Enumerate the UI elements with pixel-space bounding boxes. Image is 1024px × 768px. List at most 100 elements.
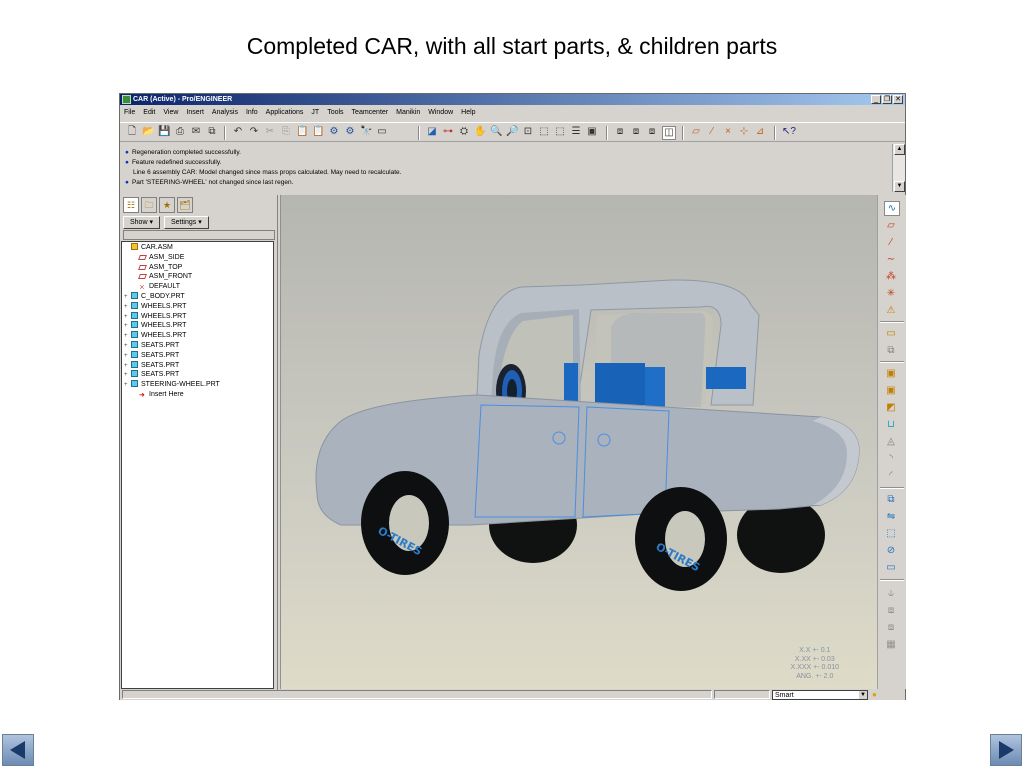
shading-icon[interactable]: ◫	[662, 126, 676, 140]
print-icon[interactable]: ⎙	[174, 126, 186, 138]
seat[interactable]	[645, 367, 665, 407]
message-scrollbar[interactable]: ▲ ▼	[892, 144, 905, 192]
round-icon[interactable]: ◝	[884, 452, 898, 465]
menu-jt[interactable]: JT	[307, 106, 323, 120]
menu-view[interactable]: View	[159, 106, 182, 120]
merge-icon[interactable]: ⫝	[884, 587, 898, 600]
tree-node[interactable]: + WHEELS.PRT	[122, 301, 273, 312]
datum-point-icon[interactable]: ⁂	[884, 270, 898, 283]
tree-node[interactable]: + STEERING-WHEEL.PRT	[122, 380, 273, 390]
thicken-icon[interactable]: ⧈	[884, 621, 898, 634]
chamfer-icon[interactable]: ◜	[884, 469, 898, 482]
zoom-in-icon[interactable]: 🔍	[490, 126, 502, 138]
tree-node[interactable]: + SEATS.PRT	[122, 360, 273, 371]
copy-feature-icon[interactable]: ⧉	[884, 493, 898, 506]
menu-insert[interactable]: Insert	[182, 106, 208, 120]
menu-info[interactable]: Info	[242, 106, 262, 120]
tree-node[interactable]: CAR.ASM	[122, 243, 273, 253]
extrude-icon[interactable]: ▣	[884, 367, 898, 380]
mirror-icon[interactable]: ⇋	[884, 510, 898, 523]
settings-menu-button[interactable]: Settings ▾	[163, 216, 209, 229]
pattern-icon[interactable]: ⬚	[884, 527, 898, 540]
redo-icon[interactable]: ↷	[248, 126, 260, 138]
model-tree[interactable]: CAR.ASM ASM_SIDE ASM_TOP ASM_FRONT ⨯ DEFAULT +…	[121, 241, 274, 689]
layers-icon[interactable]: ☰	[570, 126, 582, 138]
seat[interactable]	[706, 367, 746, 389]
repaint-icon[interactable]: ◪	[426, 126, 438, 138]
tree-node[interactable]: ASM_SIDE	[122, 253, 273, 263]
datum-planes-icon[interactable]: ▱	[690, 126, 702, 138]
datum-axes-icon[interactable]: ⁄	[706, 126, 718, 138]
hidden-line-icon[interactable]: ⧈	[630, 126, 642, 138]
tree-node[interactable]: + SEATS.PRT	[122, 370, 273, 380]
datum-curve-icon[interactable]: ∼	[884, 253, 898, 266]
create-component-icon[interactable]: ⧉	[884, 344, 898, 357]
hole-icon[interactable]: ⊔	[884, 418, 898, 431]
menu-edit[interactable]: Edit	[139, 106, 159, 120]
tree-node[interactable]: ASM_FRONT	[122, 272, 273, 282]
shell-icon[interactable]: ◬	[884, 435, 898, 448]
revolve-icon[interactable]: ▣	[884, 384, 898, 397]
sweep-icon[interactable]: ◩	[884, 401, 898, 414]
send-mail-icon[interactable]: ✉	[190, 126, 202, 138]
minimize-icon[interactable]: _	[871, 95, 881, 104]
menu-tools[interactable]: Tools	[323, 106, 347, 120]
datum-points-icon[interactable]: ×	[722, 126, 734, 138]
pan-icon[interactable]: ✋	[474, 126, 486, 138]
refit-icon[interactable]: ⊡	[522, 126, 534, 138]
view-manager-icon[interactable]: ▣	[586, 126, 598, 138]
annotations-icon[interactable]: ⊿	[754, 126, 766, 138]
seat[interactable]	[595, 363, 645, 405]
paste-icon[interactable]: 📋	[296, 126, 308, 138]
selection-filter-icon[interactable]: ▭	[376, 126, 388, 138]
menu-help[interactable]: Help	[457, 106, 479, 120]
history-tab-icon[interactable]: 🗂	[177, 197, 193, 213]
folder-browser-tab-icon[interactable]: 🗀	[141, 197, 157, 213]
tree-filter-field[interactable]	[123, 230, 275, 240]
sketch-curve-icon[interactable]: ∿	[884, 201, 900, 216]
offset-icon[interactable]: ⧈	[884, 604, 898, 617]
restore-icon[interactable]: ❐	[882, 95, 892, 104]
copy-icon[interactable]: ⎘	[280, 126, 292, 138]
tree-node[interactable]: + SEATS.PRT	[122, 350, 273, 361]
regenerate-icon[interactable]: ⚙	[328, 126, 340, 138]
graphics-window[interactable]: O-TIRES O-TIRES X.X +- 0.1 X.XX +- 0.03 …	[280, 195, 877, 689]
menu-applications[interactable]: Applications	[262, 106, 308, 120]
context-help-icon[interactable]: ↖?	[782, 126, 796, 138]
open-folder-icon[interactable]: 📂	[142, 126, 154, 138]
new-file-icon[interactable]: 🗋	[126, 126, 138, 138]
next-slide-button[interactable]	[990, 734, 1022, 766]
menu-manikin[interactable]: Manikin	[392, 106, 424, 120]
paste-special-icon[interactable]: 📋	[312, 126, 324, 138]
no-hidden-icon[interactable]: ⧈	[646, 126, 658, 138]
tree-node[interactable]: ⨯ DEFAULT	[122, 282, 273, 292]
menu-window[interactable]: Window	[424, 106, 457, 120]
trim-icon[interactable]: ⊘	[884, 544, 898, 557]
save-icon[interactable]: 💾	[158, 126, 170, 138]
datum-axis-icon[interactable]: ⁄	[884, 236, 898, 249]
coord-sys-icon[interactable]: ⊹	[738, 126, 750, 138]
selection-filter-dropdown[interactable]: Smart ▼	[772, 690, 868, 700]
find-icon[interactable]: 🔭	[360, 126, 372, 138]
model-tree-tab-icon[interactable]: ☷	[123, 197, 139, 213]
tree-node[interactable]: ASM_TOP	[122, 263, 273, 273]
seat[interactable]	[564, 363, 578, 403]
scroll-down-icon[interactable]: ▼	[894, 181, 905, 192]
car-model-3d[interactable]: O-TIRES O-TIRES	[281, 195, 877, 689]
tree-node[interactable]: ➜ Insert Here	[122, 390, 273, 400]
menu-analysis[interactable]: Analysis	[208, 106, 242, 120]
zoom-out-icon[interactable]: 🔎	[506, 126, 518, 138]
close-icon[interactable]: ✕	[893, 95, 903, 104]
menu-teamcenter[interactable]: Teamcenter	[348, 106, 393, 120]
undo-icon[interactable]: ↶	[232, 126, 244, 138]
copy-image-icon[interactable]: ⧉	[206, 126, 218, 138]
extend-icon[interactable]: ▭	[884, 561, 898, 574]
reorient-icon[interactable]: ⬚	[538, 126, 550, 138]
cut-icon[interactable]: ✂	[264, 126, 276, 138]
coordinate-system-icon[interactable]: ✳	[884, 287, 898, 300]
chevron-down-icon[interactable]: ▼	[859, 691, 867, 699]
tree-node[interactable]: + WHEELS.PRT	[122, 331, 273, 341]
tree-node[interactable]: + WHEELS.PRT	[122, 311, 273, 322]
favorites-tab-icon[interactable]: ★	[159, 197, 175, 213]
assemble-icon[interactable]: ▭	[884, 327, 898, 340]
